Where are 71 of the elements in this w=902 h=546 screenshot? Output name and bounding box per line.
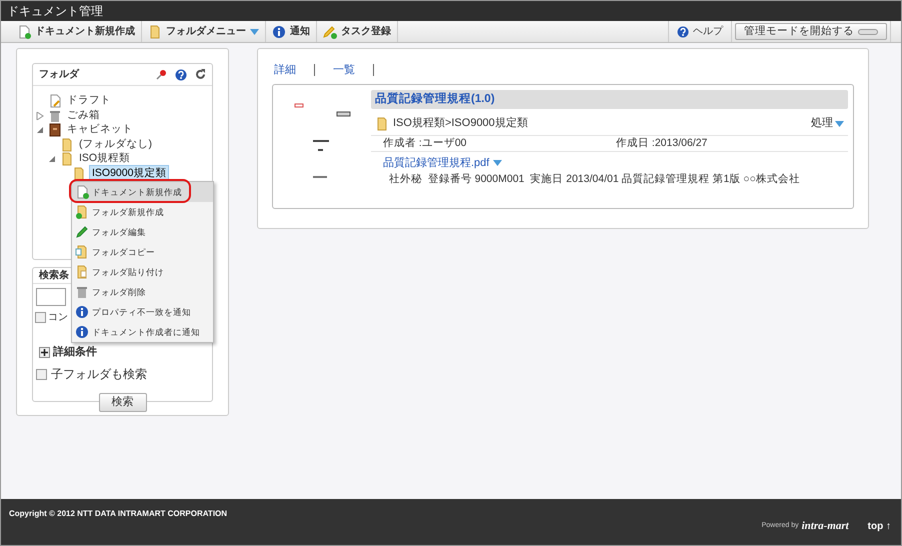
tree-item[interactable]: (フォルダなし) xyxy=(77,136,154,153)
draft-icon xyxy=(48,94,62,108)
folder-icon xyxy=(60,138,74,152)
action-menu-button[interactable]: 処理 xyxy=(811,115,844,132)
new-folder-icon xyxy=(75,205,89,219)
tree-item[interactable]: ドラフト xyxy=(65,93,113,110)
admin-mode-button[interactable]: 管理モードを開始する xyxy=(735,23,887,40)
search-field[interactable] xyxy=(36,288,66,306)
tree-item[interactable]: キャビネット xyxy=(65,122,135,138)
info-icon xyxy=(272,24,286,38)
view-tab[interactable]: 詳細 xyxy=(274,62,296,78)
checkbox[interactable] xyxy=(35,312,46,323)
menu-item[interactable]: ドキュメント作成者に通知 xyxy=(72,322,213,342)
trash-icon xyxy=(75,285,89,299)
pencil-icon xyxy=(75,225,89,239)
info-icon xyxy=(75,325,89,339)
window-title: ドキュメント管理 xyxy=(7,3,103,20)
folder-icon xyxy=(72,166,86,181)
new-document-icon xyxy=(75,185,89,199)
created-date-text: 作成日 :2013/06/27 xyxy=(616,136,708,151)
detail-conditions-button[interactable]: 詳細条件 xyxy=(36,343,100,361)
menu-item[interactable]: フォルダ新規作成 xyxy=(72,202,213,222)
help-icon xyxy=(677,26,689,38)
folder-icon xyxy=(148,24,162,38)
copyright-text: Copyright © 2012 NTT DATA INTRAMART CORPORATION xyxy=(9,508,228,520)
refresh-icon[interactable] xyxy=(195,69,206,80)
toolbar-button[interactable]: 通知 xyxy=(266,21,317,42)
document-summary: 社外秘 登録番号 9000M001 実施日 2013/04/01 品質記録管理規程 第1版 ○○株式会社 xyxy=(388,172,801,186)
plus-icon xyxy=(39,346,50,358)
search-button[interactable]: 検索 xyxy=(98,393,146,412)
cabinet-icon xyxy=(48,123,62,138)
document-title[interactable]: 品質記録管理規程(1.0) xyxy=(375,90,495,108)
toggle-icon xyxy=(858,28,878,34)
toolbar-button[interactable]: ドキュメント新規作成 xyxy=(11,21,142,42)
collapsed-arrow-icon[interactable] xyxy=(36,112,44,120)
help-icon[interactable] xyxy=(175,68,187,80)
menu-item[interactable]: フォルダ貼り付け xyxy=(72,262,213,282)
brand-logo: intra-mart xyxy=(802,519,849,534)
new-document-icon xyxy=(17,24,31,38)
caret-icon xyxy=(835,120,844,126)
menu-item[interactable]: ドキュメント新規作成 xyxy=(72,182,213,202)
toolbar-button[interactable]: フォルダメニュー xyxy=(142,21,266,42)
tree-item[interactable]: ごみ箱 xyxy=(65,108,102,124)
menu-item[interactable]: フォルダ編集 xyxy=(72,222,213,242)
caret-icon xyxy=(493,160,502,166)
trash-icon xyxy=(48,108,62,123)
top-link[interactable]: top ↑ xyxy=(868,518,891,534)
menu-item[interactable]: フォルダコピー xyxy=(72,242,213,262)
tree-item[interactable]: ISO規程類 xyxy=(77,151,132,168)
help-button[interactable]: ヘルプ xyxy=(668,21,731,42)
pin-icon[interactable] xyxy=(156,69,167,80)
checkbox-label: 子フォルダも検索 xyxy=(51,366,147,383)
toolbar-button[interactable]: タスク登録 xyxy=(317,21,398,42)
expanded-arrow-icon[interactable] xyxy=(36,126,44,134)
folder-path: ISO規程類>ISO9000規定類 xyxy=(393,116,529,132)
file-link[interactable]: 品質記録管理規程.pdf xyxy=(383,155,490,172)
author-text: 作成者 :ユーザ00 xyxy=(383,136,468,151)
panel-title: フォルダ xyxy=(39,68,80,82)
folder-icon xyxy=(60,152,74,166)
checkbox-label: コン xyxy=(48,311,68,325)
view-tab[interactable]: 一覧 xyxy=(333,62,355,78)
checkbox[interactable] xyxy=(36,368,47,380)
pencil-icon xyxy=(323,24,337,38)
menu-item[interactable]: フォルダ削除 xyxy=(72,282,213,302)
expanded-arrow-icon[interactable] xyxy=(48,155,56,164)
menu-item[interactable]: プロパティ不一致を通知 xyxy=(72,302,213,322)
folder-copy-icon xyxy=(75,245,89,259)
folder-paste-icon xyxy=(75,265,89,279)
panel-title: 検索条 xyxy=(39,268,69,283)
info-icon xyxy=(75,305,89,319)
folder-icon xyxy=(375,116,389,130)
